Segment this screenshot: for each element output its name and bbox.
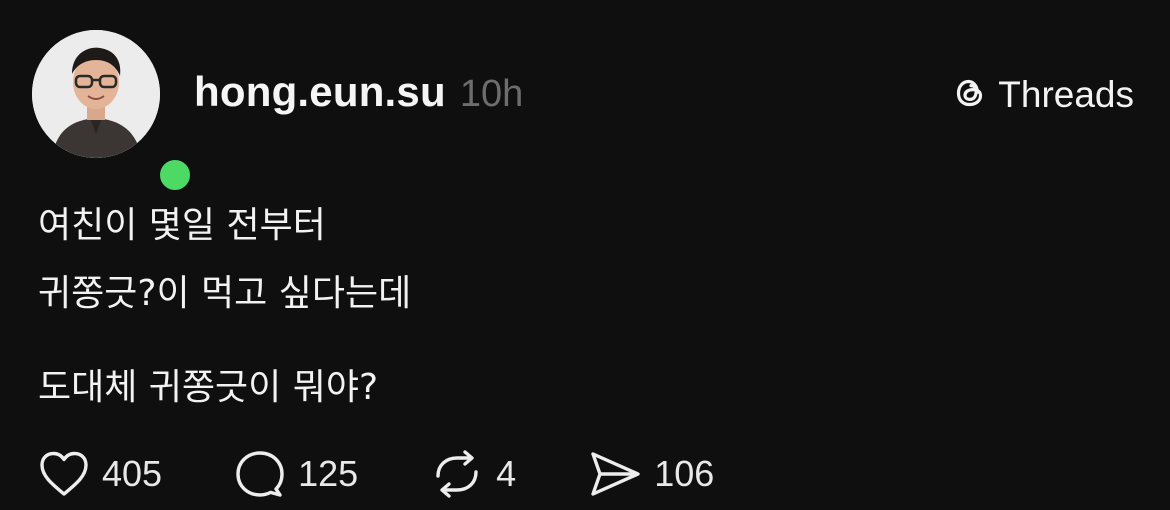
author-avatar[interactable] [32, 30, 196, 196]
threads-label: Threads [998, 74, 1134, 115]
repost-icon [430, 449, 484, 499]
post-text-line: 도대체 귀쫑긋이 뭐야? [38, 367, 379, 409]
threads-brand: Threads [950, 72, 1134, 118]
comment-count: 125 [298, 453, 359, 494]
comment-bubble-icon [234, 449, 286, 499]
post-timestamp: 10h [459, 73, 524, 115]
avatar [32, 30, 160, 158]
threads-logo-icon [950, 73, 990, 118]
post-body: 여친이 몇일 전부터 귀쫑긋?이 먹고 싶다는데 도대체 귀쫑긋이 뭐야? [38, 192, 411, 422]
share-count: 106 [654, 453, 715, 494]
post-header: hong.eun.su 10h [194, 68, 523, 124]
post-text-line: 귀쫑긋?이 먹고 싶다는데 [38, 273, 412, 315]
share-button[interactable]: 106 [588, 449, 714, 499]
send-icon [588, 449, 642, 499]
like-button[interactable]: 405 [38, 450, 162, 498]
repost-count: 4 [496, 453, 517, 494]
heart-icon [38, 450, 90, 498]
threads-post: hong.eun.su 10h Threads 여친이 몇일 전부터 귀쫑긋?이… [0, 0, 1170, 510]
online-status-dot [154, 154, 196, 196]
comment-button[interactable]: 125 [234, 449, 358, 499]
post-actions: 405 125 4 106 [38, 446, 786, 502]
username[interactable]: hong.eun.su [194, 68, 446, 116]
post-text-line: 여친이 몇일 전부터 [38, 205, 326, 247]
like-count: 405 [102, 453, 163, 494]
repost-button[interactable]: 4 [430, 449, 516, 499]
